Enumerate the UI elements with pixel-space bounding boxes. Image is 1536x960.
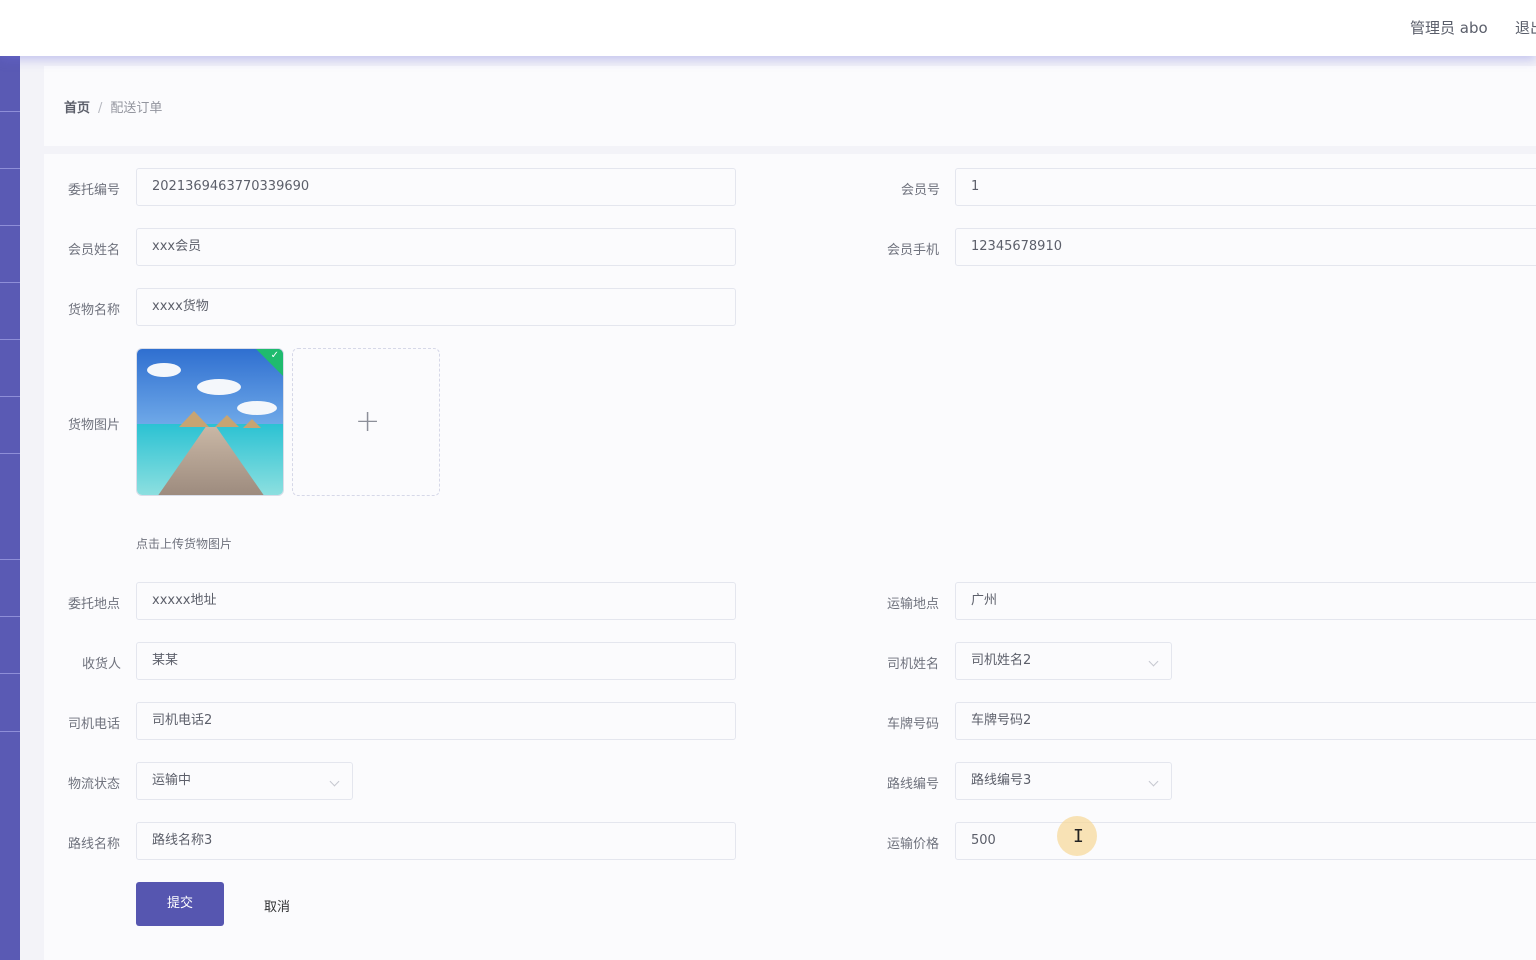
sidebar-divider <box>0 731 20 732</box>
member-no-label: 会员号 <box>901 183 941 198</box>
route-name-input[interactable]: 路线名称3 <box>136 822 736 860</box>
driver-phone-input[interactable]: 司机电话2 <box>136 702 736 740</box>
commission-no-input[interactable]: 2021369463770339690 <box>136 168 736 206</box>
member-name-label: 会员姓名 <box>68 243 121 258</box>
logistics-status-label: 物流状态 <box>68 777 121 792</box>
cancel-button[interactable]: 取消 <box>264 896 290 915</box>
member-phone-label: 会员手机 <box>887 243 940 258</box>
logout-link[interactable]: 退出 <box>1515 17 1536 38</box>
main-content: 首页 / 配送订单 委托编号 2021369463770339690 会员号 1 会… <box>44 66 1536 960</box>
check-icon: ✓ <box>270 350 279 361</box>
plate-no-label: 车牌号码 <box>887 717 940 732</box>
sidebar-divider <box>0 453 20 454</box>
member-no-input[interactable]: 1 <box>955 168 1536 206</box>
driver-name-select[interactable]: 司机姓名2 <box>955 642 1172 680</box>
image-cloud <box>197 379 241 395</box>
sidebar-divider <box>0 396 20 397</box>
transport-place-label: 运输地点 <box>887 597 940 612</box>
route-no-select[interactable]: 路线编号3 <box>955 762 1172 800</box>
sidebar-divider <box>0 111 20 112</box>
member-phone-input[interactable]: 12345678910 <box>955 228 1536 266</box>
sidebar-divider <box>0 673 20 674</box>
sidebar-divider <box>0 616 20 617</box>
driver-phone-label: 司机电话 <box>68 717 121 732</box>
plate-no-input[interactable]: 车牌号码2 <box>955 702 1536 740</box>
breadcrumb-current: 配送订单 <box>110 101 163 116</box>
image-cloud <box>237 401 277 415</box>
driver-name-value: 司机姓名2 <box>971 653 1032 668</box>
image-upload-button[interactable]: + <box>292 348 440 496</box>
commission-no-label: 委托编号 <box>68 183 121 198</box>
goods-name-label: 货物名称 <box>68 303 121 318</box>
consignee-input[interactable]: 某某 <box>136 642 736 680</box>
chevron-down-icon <box>1148 776 1159 787</box>
goods-image-label: 货物图片 <box>68 418 121 433</box>
breadcrumb: 首页 / 配送订单 <box>64 97 162 116</box>
sidebar-divider <box>0 282 20 283</box>
breadcrumb-panel: 首页 / 配送订单 <box>44 66 1536 146</box>
sidebar-divider <box>0 168 20 169</box>
sidebar-divider <box>0 225 20 226</box>
goods-image-thumbnail[interactable]: ✓ <box>136 348 284 496</box>
commission-place-input[interactable]: xxxxx地址 <box>136 582 736 620</box>
driver-name-label: 司机姓名 <box>887 657 940 672</box>
submit-button[interactable]: 提交 <box>136 882 224 926</box>
transport-price-label: 运输价格 <box>887 837 940 852</box>
consignee-label: 收货人 <box>82 657 122 672</box>
chevron-down-icon <box>329 776 340 787</box>
transport-place-input[interactable]: 广州 <box>955 582 1536 620</box>
chevron-down-icon <box>1148 656 1159 667</box>
logistics-status-value: 运输中 <box>152 773 192 788</box>
order-form: 委托编号 2021369463770339690 会员号 1 会员姓名 xxx会… <box>44 154 1536 960</box>
transport-price-input[interactable]: 500 <box>955 822 1536 860</box>
member-name-input[interactable]: xxx会员 <box>136 228 736 266</box>
route-no-value: 路线编号3 <box>971 773 1032 788</box>
goods-name-input[interactable]: xxxx货物 <box>136 288 736 326</box>
breadcrumb-home[interactable]: 首页 <box>64 101 90 116</box>
sidebar-divider <box>0 559 20 560</box>
commission-place-label: 委托地点 <box>68 597 121 612</box>
admin-username: 管理员 abo <box>1410 19 1488 37</box>
route-no-label: 路线编号 <box>887 777 940 792</box>
sidebar <box>0 56 20 960</box>
sidebar-divider <box>0 339 20 340</box>
upload-hint: 点击上传货物图片 <box>136 537 233 551</box>
route-name-label: 路线名称 <box>68 837 121 852</box>
image-cloud <box>147 363 181 377</box>
plus-icon: + <box>355 404 381 439</box>
logistics-status-select[interactable]: 运输中 <box>136 762 353 800</box>
breadcrumb-separator: / <box>98 101 103 116</box>
text-cursor-icon: I <box>1073 826 1084 847</box>
top-navbar: 管理员 abo 退出 <box>0 0 1536 56</box>
